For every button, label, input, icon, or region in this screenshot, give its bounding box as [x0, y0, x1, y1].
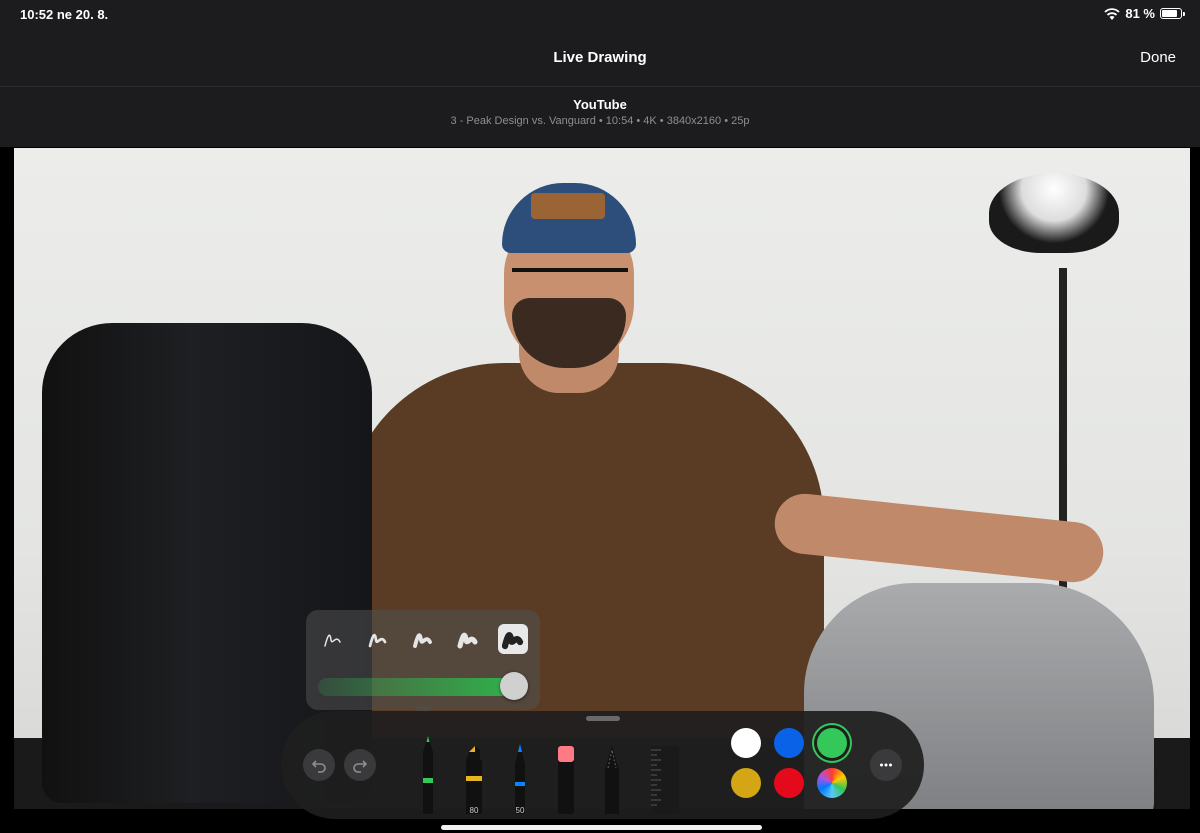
squiggle-icon	[502, 632, 524, 650]
video-details: 3 - Peak Design vs. Vanguard • 10:54 • 4…	[450, 115, 750, 127]
color-swatch-multicolor[interactable]	[817, 768, 847, 798]
battery-level	[1162, 10, 1177, 17]
palette-grabber[interactable]	[586, 716, 620, 721]
video-frame[interactable]	[14, 148, 1190, 809]
eraser-tool[interactable]	[553, 742, 579, 819]
stroke-size-3-option[interactable]	[408, 624, 438, 654]
battery-percent: 81 %	[1125, 6, 1155, 21]
glasses	[512, 268, 628, 298]
page-title: Live Drawing	[553, 49, 647, 66]
ruler-tool[interactable]	[649, 742, 679, 819]
opacity-slider-knob[interactable]	[500, 672, 528, 700]
color-swatch-white[interactable]	[731, 728, 761, 758]
wifi-icon	[1104, 7, 1120, 20]
marker-tool[interactable]: 80	[461, 742, 487, 819]
stroke-size-popover	[306, 610, 540, 710]
home-indicator	[441, 825, 762, 830]
cap-patch	[531, 193, 605, 219]
status-time-date: 10:52 ne 20. 8.	[20, 7, 109, 22]
tool-palette: 80 50	[281, 711, 924, 819]
marker-tool-size-label: 80	[469, 806, 479, 815]
color-swatch-yellow[interactable]	[731, 768, 761, 798]
stroke-size-4-option[interactable]	[453, 624, 483, 654]
undo-button[interactable]	[303, 749, 335, 781]
more-button[interactable]	[870, 749, 902, 781]
redo-icon	[353, 760, 368, 773]
stroke-size-2-option[interactable]	[363, 624, 393, 654]
nav-bar: Live Drawing Done	[0, 30, 1200, 87]
color-swatch-red[interactable]	[774, 768, 804, 798]
floor-lamp	[989, 173, 1119, 253]
squiggle-icon	[413, 633, 432, 648]
squiggle-icon	[457, 632, 478, 649]
battery-icon	[1160, 8, 1185, 19]
video-source-title: YouTube	[573, 97, 627, 112]
color-swatch-green[interactable]	[817, 728, 847, 758]
pen-tool[interactable]	[415, 722, 441, 819]
done-button[interactable]: Done	[1140, 49, 1176, 66]
pencil-tool[interactable]: 50	[507, 742, 533, 819]
opacity-slider-track[interactable]	[318, 678, 514, 696]
status-bar: 10:52 ne 20. 8. 81 %	[0, 0, 1200, 30]
color-swatch-blue[interactable]	[774, 728, 804, 758]
redo-button[interactable]	[344, 749, 376, 781]
undo-icon	[311, 760, 326, 773]
video-info-bar: YouTube 3 - Peak Design vs. Vanguard • 1…	[0, 87, 1200, 147]
stroke-size-5-option[interactable]	[498, 624, 528, 654]
ellipsis-icon	[880, 763, 892, 767]
stroke-size-1-option[interactable]	[318, 624, 348, 654]
status-indicators: 81 %	[1104, 6, 1185, 21]
squiggle-icon	[368, 633, 387, 648]
squiggle-icon	[324, 634, 341, 647]
lasso-tool[interactable]	[599, 742, 625, 819]
pencil-tool-size-label: 50	[515, 806, 525, 815]
